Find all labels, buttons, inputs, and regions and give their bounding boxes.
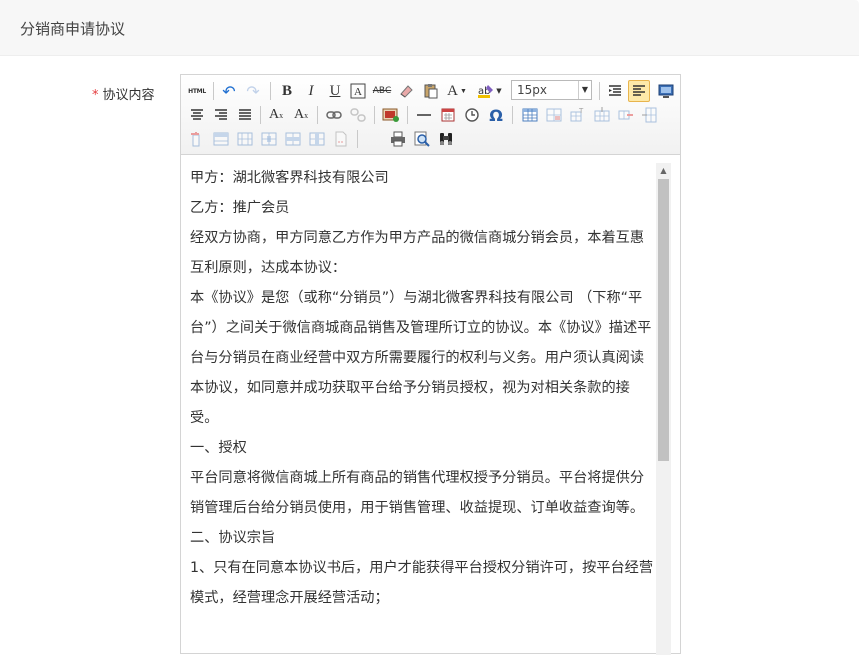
- redo-icon[interactable]: ↷: [243, 81, 263, 101]
- undo-icon[interactable]: ↶: [219, 81, 239, 101]
- align-center-icon[interactable]: [187, 105, 207, 125]
- separator: [317, 106, 318, 124]
- required-mark: *: [92, 88, 99, 103]
- label-text: 协议内容: [102, 88, 155, 103]
- fullscreen-icon[interactable]: [656, 81, 676, 101]
- separator: [599, 82, 600, 100]
- underline-button[interactable]: U: [325, 81, 345, 101]
- bold-label: B: [281, 82, 292, 99]
- editor-content[interactable]: 甲方：湖北微客界科技有限公司 乙方：推广会员 经双方协商，甲方同意乙方作为甲方产…: [190, 163, 656, 613]
- content-paragraph: 二、协议宗旨: [190, 530, 276, 546]
- font-size-select[interactable]: 15px ▼: [511, 80, 592, 100]
- italic-button[interactable]: I: [301, 81, 321, 101]
- font-family-icon[interactable]: A ▼: [447, 81, 467, 101]
- rich-text-editor[interactable]: HTML ↶ ↷ B I U A ABC A ▼ ab ▼ 15px ▼ A x…: [180, 74, 681, 655]
- separator: [357, 130, 358, 148]
- paste-icon[interactable]: [421, 81, 441, 101]
- merge-cells-icon[interactable]: [211, 129, 231, 149]
- svg-text:T: T: [578, 107, 584, 115]
- calendar-icon[interactable]: [438, 105, 458, 125]
- merge-col-icon[interactable]: [307, 129, 327, 149]
- special-char-label: Ω: [489, 105, 503, 125]
- editor-scrollbar[interactable]: ▲: [656, 163, 671, 655]
- scroll-up-icon[interactable]: ▲: [656, 163, 671, 178]
- strikethrough-icon[interactable]: ABC: [372, 81, 392, 101]
- separator: [374, 106, 375, 124]
- print-icon[interactable]: [388, 129, 408, 149]
- underline-label: U: [329, 82, 341, 99]
- page-break-icon[interactable]: [331, 129, 351, 149]
- bold-button[interactable]: B: [277, 81, 297, 101]
- split-col-icon[interactable]: [259, 129, 279, 149]
- font-size-value: 15px: [517, 83, 547, 97]
- subscript-icon[interactable]: Ax: [291, 105, 311, 125]
- insert-row-icon[interactable]: [592, 105, 612, 125]
- unlink-icon[interactable]: [348, 105, 368, 125]
- paragraph-indent-icon[interactable]: [605, 81, 625, 101]
- split-row-icon[interactable]: [235, 129, 255, 149]
- html-label: HTML: [188, 87, 206, 95]
- html-source-button[interactable]: HTML: [186, 81, 208, 101]
- page-title: 分销商申请协议: [20, 20, 126, 38]
- search-replace-icon[interactable]: [436, 129, 456, 149]
- align-right-icon[interactable]: [211, 105, 231, 125]
- italic-label: I: [308, 82, 314, 99]
- content-paragraph: 一、授权: [190, 440, 247, 456]
- svg-text:A: A: [354, 86, 362, 98]
- clock-icon[interactable]: [462, 105, 482, 125]
- content-paragraph: 经双方协商，甲方同意乙方作为甲方产品的微信商城分销会员，本着互惠互利原则，达成本…: [190, 230, 645, 276]
- special-char-icon[interactable]: Ω: [486, 105, 506, 125]
- content-paragraph: 本《协议》是您（或称“分销员”）与湖北微客界科技有限公司 （下称“平台”）之间关…: [190, 290, 652, 426]
- chevron-down-icon: ▼: [578, 81, 591, 99]
- page-header: 分销商申请协议: [0, 0, 859, 56]
- scrollbar-thumb[interactable]: [658, 179, 669, 461]
- horizontal-rule-icon[interactable]: [414, 105, 434, 125]
- content-paragraph: 乙方：推广会员: [190, 200, 290, 216]
- separator: [260, 106, 261, 124]
- eraser-icon[interactable]: [396, 81, 416, 101]
- separator: [512, 106, 513, 124]
- image-icon[interactable]: [381, 105, 401, 125]
- separator: [407, 106, 408, 124]
- insert-col-icon[interactable]: [640, 105, 660, 125]
- merge-row-icon[interactable]: [283, 129, 303, 149]
- delete-row-icon[interactable]: [616, 105, 636, 125]
- align-left-icon[interactable]: [628, 80, 650, 102]
- align-justify-icon[interactable]: [235, 105, 255, 125]
- preview-icon[interactable]: [412, 129, 432, 149]
- delete-col-icon[interactable]: [187, 129, 207, 149]
- editor-toolbar: HTML ↶ ↷ B I U A ABC A ▼ ab ▼ 15px ▼ A x…: [181, 75, 680, 155]
- font-border-icon[interactable]: A: [348, 81, 368, 101]
- content-paragraph: 甲方：湖北微客界科技有限公司: [190, 170, 389, 186]
- content-paragraph: 1、只有在同意本协议书后，用户才能获得平台授权分销许可，按平台经营模式，经营理念…: [190, 560, 654, 606]
- separator: [213, 82, 214, 100]
- table-props-icon[interactable]: [544, 105, 564, 125]
- content-paragraph: 平台同意将微信商城上所有商品的销售代理权授予分销员。平台将提供分销管理后台给分销…: [190, 470, 645, 516]
- highlight-color-icon[interactable]: ab ▼: [477, 81, 503, 101]
- superscript-icon[interactable]: Ax: [266, 105, 286, 125]
- separator: [270, 82, 271, 100]
- cell-props-icon[interactable]: T: [568, 105, 588, 125]
- link-icon[interactable]: [324, 105, 344, 125]
- content-field-label: * 协议内容: [92, 84, 155, 103]
- insert-table-icon[interactable]: [520, 105, 540, 125]
